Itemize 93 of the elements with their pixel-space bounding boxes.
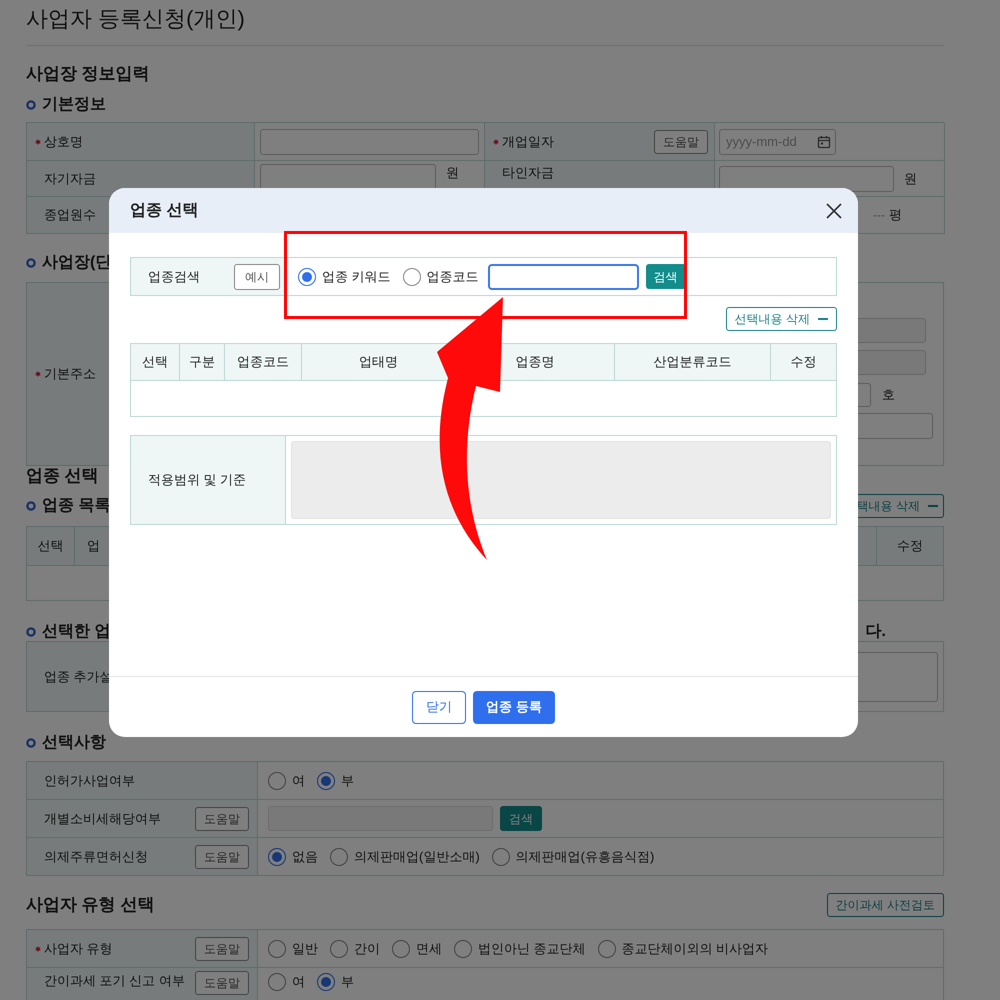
radio-label: 업종 키워드 xyxy=(322,268,391,286)
review-button[interactable]: 간이과세 사전검토 xyxy=(826,893,944,917)
help-button[interactable]: 도움말 xyxy=(654,130,708,154)
field-label: 사업자 유형 xyxy=(44,940,114,958)
column-header: 산업분류코드 xyxy=(654,353,732,372)
bullet-icon xyxy=(26,100,36,110)
help-button[interactable]: 도움말 xyxy=(195,844,249,868)
section-heading: 사업자 유형 선택 xyxy=(26,894,154,916)
radio-label: 법인아닌 종교단체 xyxy=(478,940,586,958)
example-button[interactable]: 예시 xyxy=(234,264,280,290)
text-field[interactable] xyxy=(260,164,436,190)
field-label: 적용범위 및 기준 xyxy=(148,471,246,490)
radio-label: 부 xyxy=(341,973,354,991)
radio-label: 업종코드 xyxy=(426,268,479,286)
column-header: 수정 xyxy=(897,537,923,556)
area-field[interactable]: --- xyxy=(861,206,885,224)
bullet-icon xyxy=(26,258,36,268)
bullet-icon xyxy=(26,627,36,637)
subsection-heading: 업종 목록 xyxy=(42,496,110,516)
note-text: 다. xyxy=(866,622,886,642)
field-label: 간이과세 포기 신고 여부 xyxy=(44,972,186,990)
radio-button[interactable] xyxy=(598,940,616,958)
radio-label: 의제판매업(유흥음식점) xyxy=(516,848,654,866)
radio-label: 일반 xyxy=(292,940,318,958)
delete-selection-button[interactable]: 선택내용 삭제 xyxy=(726,307,837,331)
column-header: 업태명 xyxy=(359,353,398,372)
radio-button[interactable] xyxy=(492,848,510,866)
text-field[interactable] xyxy=(719,166,894,192)
radio-button[interactable] xyxy=(268,940,286,958)
register-button[interactable]: 업종 등록 xyxy=(473,690,555,724)
help-button[interactable]: 도움말 xyxy=(195,936,249,960)
unit-label: 평 xyxy=(889,206,902,224)
subsection-heading: 기본정보 xyxy=(42,95,106,115)
calendar-icon xyxy=(817,134,831,148)
close-dialog-button[interactable]: 닫기 xyxy=(412,690,466,724)
radio-label: 의제판매업(일반소매) xyxy=(354,848,480,866)
field-label: 인허가사업여부 xyxy=(44,772,136,790)
column-header: 구분 xyxy=(189,353,215,372)
field-label: 타인자금 xyxy=(502,165,554,180)
radio-button[interactable] xyxy=(268,848,286,866)
radio-button[interactable] xyxy=(317,972,335,991)
column-header: 업종코드 xyxy=(237,353,289,372)
radio-label: 종교단체이외의 비사업자 xyxy=(622,940,768,958)
column-header: 선택 xyxy=(142,353,168,372)
bullet-icon xyxy=(26,501,36,511)
radio-button[interactable] xyxy=(268,972,286,991)
help-button[interactable]: 도움말 xyxy=(195,971,249,995)
radio-button[interactable] xyxy=(268,772,286,790)
bullet-icon xyxy=(26,738,36,748)
field-label: 종업원수 xyxy=(44,206,96,224)
column-header: 업 xyxy=(87,537,100,556)
radio-label: 부 xyxy=(341,772,354,790)
field-label: 의제주류면허신청 xyxy=(44,848,149,866)
search-field[interactable] xyxy=(488,264,639,290)
radio-button[interactable] xyxy=(392,940,410,958)
radio-button[interactable] xyxy=(454,940,472,958)
radio-button[interactable] xyxy=(317,772,335,790)
column-header: 수정 xyxy=(790,353,816,372)
minus-icon xyxy=(818,318,828,320)
radio-button[interactable] xyxy=(298,268,316,286)
radio-label: 면세 xyxy=(416,940,442,958)
minus-icon xyxy=(928,505,938,507)
modal-title: 업종 선택 xyxy=(130,200,198,220)
field-label: 기본주소 xyxy=(44,365,96,384)
field-label: 개업일자 xyxy=(502,132,555,151)
field-label: 업종검색 xyxy=(148,268,200,286)
radio-button[interactable] xyxy=(402,268,421,286)
subsection-heading: 선택한 업 xyxy=(42,622,110,642)
field-label: 자기자금 xyxy=(44,170,96,188)
radio-label: 간이 xyxy=(354,940,380,958)
close-button[interactable] xyxy=(824,200,844,220)
help-button[interactable]: 도움말 xyxy=(195,806,249,830)
radio-label: 없음 xyxy=(292,848,318,866)
radio-button[interactable] xyxy=(330,940,348,958)
close-icon xyxy=(826,202,842,218)
page-title: 사업자 등록신청(개인) xyxy=(26,5,245,33)
radio-button[interactable] xyxy=(330,848,348,866)
column-header: 선택 xyxy=(38,537,64,556)
field-label: 상호명 xyxy=(44,132,83,151)
radio-label: 여 xyxy=(292,973,305,991)
unit-label: 원 xyxy=(904,170,917,188)
text-field[interactable] xyxy=(260,128,479,154)
subsection-heading: 사업장(단 xyxy=(42,253,112,273)
subsection-heading: 선택사항 xyxy=(42,733,106,753)
section-heading: 사업장 정보입력 xyxy=(26,63,150,85)
unit-label: 원 xyxy=(446,164,459,180)
field-label: 개별소비세해당여부 xyxy=(44,810,162,828)
search-button[interactable]: 검색 xyxy=(646,264,686,289)
section-heading: 업종 선택 xyxy=(26,466,99,486)
search-button[interactable]: 검색 xyxy=(500,806,542,831)
unit-label: 호 xyxy=(882,386,895,404)
radio-label: 여 xyxy=(292,772,305,790)
column-header: 업종명 xyxy=(516,353,554,372)
